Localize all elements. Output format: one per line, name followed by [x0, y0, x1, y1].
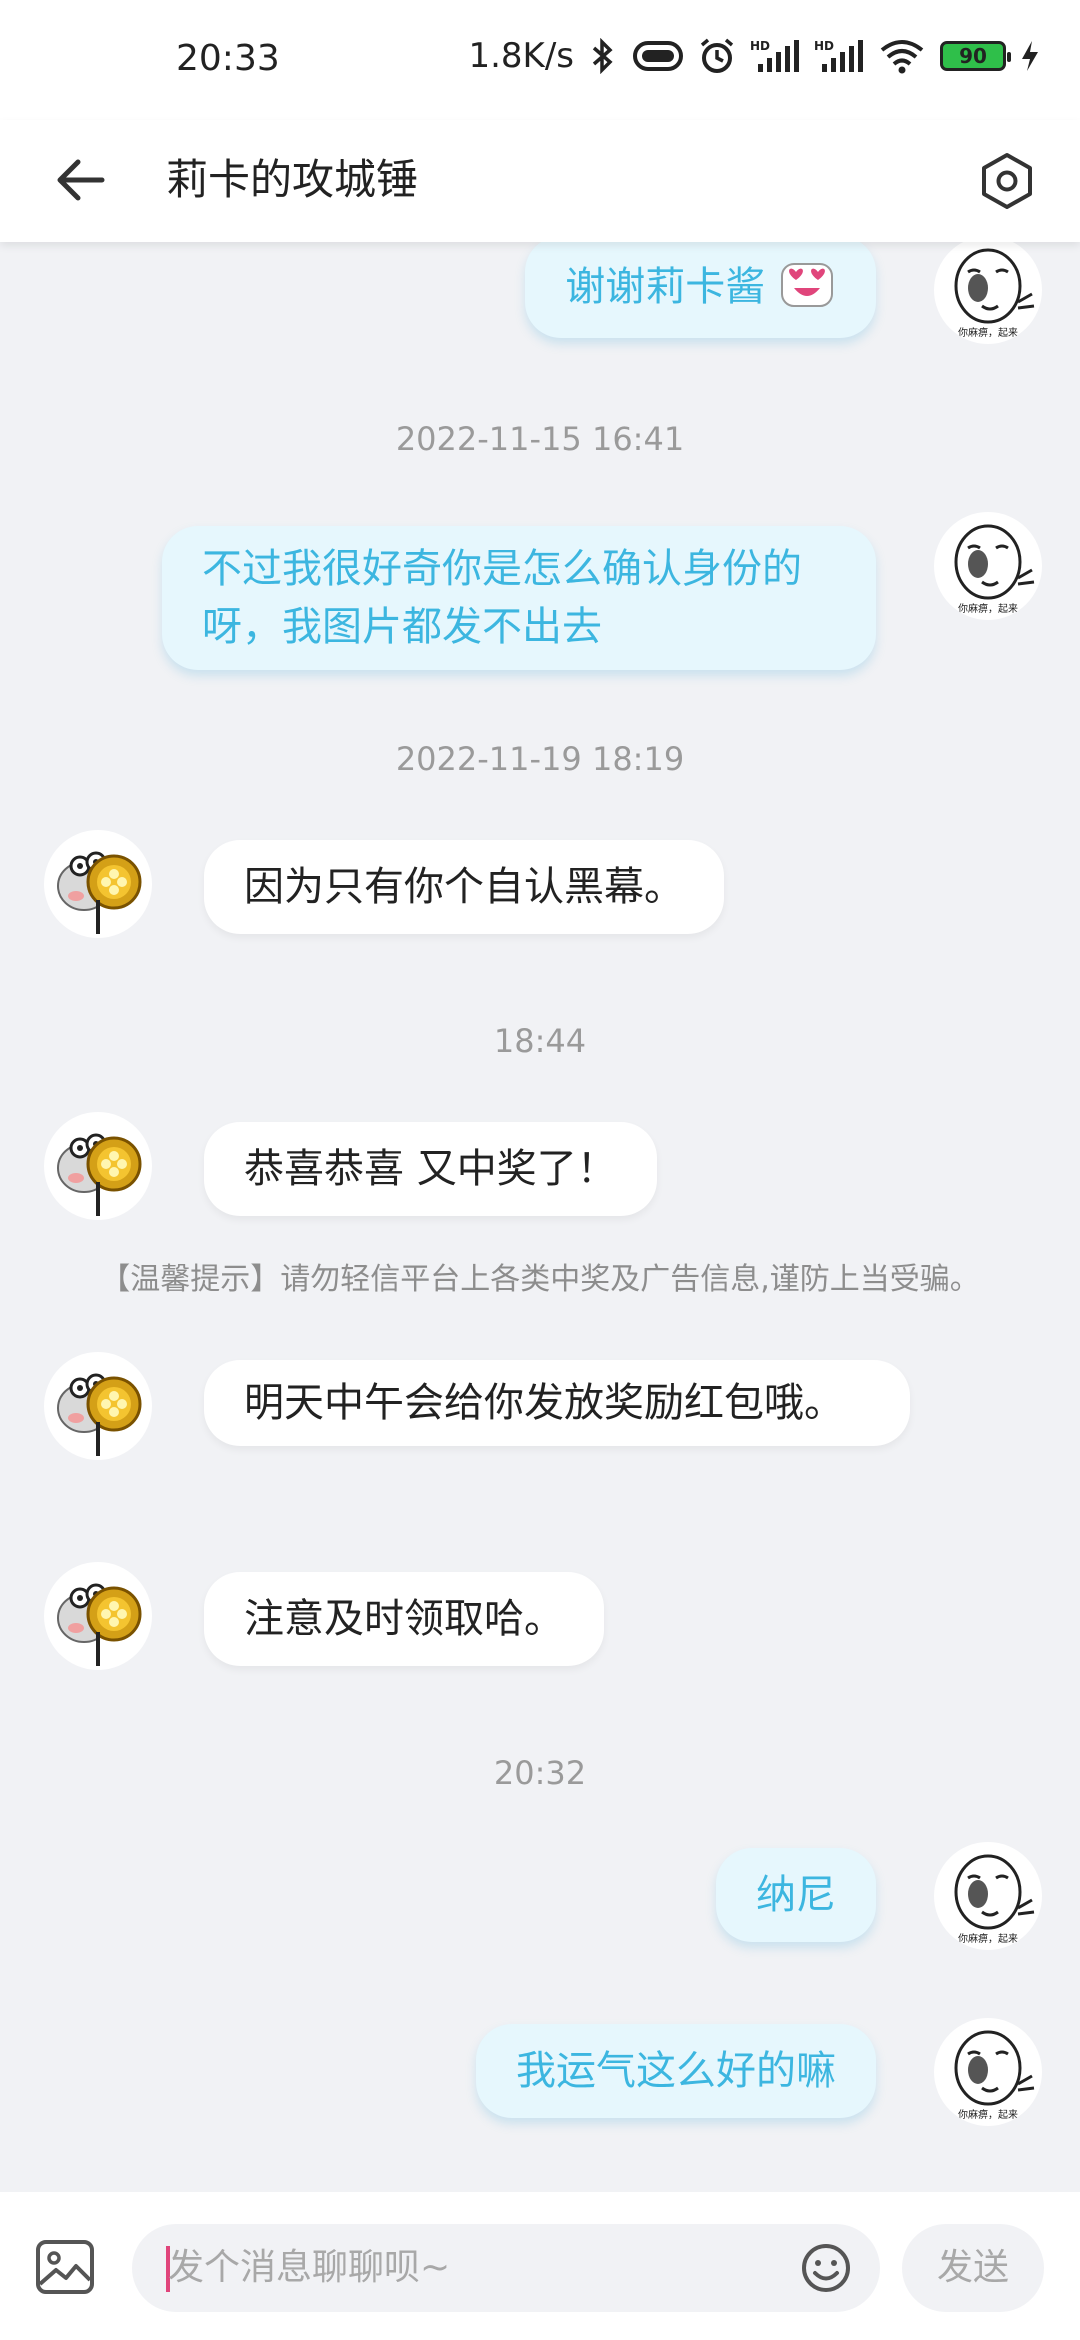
emoji-icon — [802, 2244, 850, 2292]
input-bar: 发个消息聊聊呗~ 发送 — [0, 2192, 1080, 2340]
chat-title: 莉卡的攻城锤 — [166, 155, 419, 204]
message-text: 不过我很好奇你是怎么确认身份的呀，我图片都发不出去 — [202, 546, 802, 650]
emoji-button[interactable] — [800, 2242, 852, 2294]
chat-header: 莉卡的攻城锤 — [0, 120, 1080, 242]
avatar[interactable] — [934, 1842, 1042, 1950]
message-text: 纳尼 — [756, 1872, 836, 1918]
avatar[interactable] — [44, 1562, 152, 1670]
hexagon-settings-icon — [982, 153, 1032, 209]
avatar[interactable] — [934, 242, 1042, 344]
back-button[interactable] — [48, 148, 112, 212]
message-timestamp: 20:32 — [493, 1754, 587, 1792]
send-button[interactable]: 发送 — [902, 2224, 1044, 2312]
wifi-icon — [880, 40, 924, 74]
message-timestamp: 2022-11-15 16:41 — [395, 420, 685, 458]
alarm-icon — [700, 38, 734, 73]
status-icons: 1.8K/s HD HD 90 — [468, 36, 1040, 76]
message-timestamp: 18:44 — [493, 1022, 587, 1060]
message-input[interactable]: 发个消息聊聊呗~ — [132, 2224, 880, 2312]
avatar[interactable] — [44, 1112, 152, 1220]
message-bubble[interactable]: 不过我很好奇你是怎么确认身份的呀，我图片都发不出去 — [162, 526, 876, 670]
chat-message-list[interactable]: 谢谢莉卡酱 2022-11-15 16:41 不过我很好奇你是怎么确认身份的呀，… — [0, 242, 1080, 2192]
message-text: 谢谢莉卡酱 — [565, 264, 766, 310]
message-bubble[interactable]: 因为只有你个自认黑幕。 — [204, 840, 724, 934]
message-bubble[interactable]: 我运气这么好的嘛 — [476, 2024, 876, 2118]
arrow-left-icon — [57, 159, 105, 201]
svg-text:HD: HD — [814, 39, 834, 53]
charging-icon — [1022, 41, 1038, 71]
message-text: 恭喜恭喜 又中奖了！ — [244, 1146, 617, 1192]
status-bar: 20:33 1.8K/s HD HD 90 — [0, 0, 1080, 120]
hd-signal-icon: HD — [750, 39, 799, 72]
message-bubble[interactable]: 纳尼 — [716, 1848, 876, 1942]
image-icon — [36, 2240, 94, 2294]
warning-notice: 【温馨提示】请勿轻信平台上各类中奖及广告信息,谨防上当受骗。 — [100, 1262, 980, 1297]
avatar[interactable] — [934, 512, 1042, 620]
message-bubble[interactable]: 注意及时领取哈。 — [204, 1572, 604, 1666]
message-input-placeholder: 发个消息聊聊呗~ — [168, 2247, 451, 2288]
settings-button[interactable] — [970, 144, 1044, 218]
vibrate-icon — [633, 41, 683, 71]
battery-level: 90 — [959, 44, 987, 68]
avatar[interactable] — [44, 830, 152, 938]
message-text: 因为只有你个自认黑幕。 — [244, 864, 684, 910]
message-bubble[interactable]: 恭喜恭喜 又中奖了！ — [204, 1122, 657, 1216]
heart-eyes-emoji — [781, 263, 833, 307]
message-text: 我运气这么好的嘛 — [516, 2048, 836, 2094]
battery-icon: 90 — [940, 41, 1011, 71]
message-timestamp: 2022-11-19 18:19 — [395, 740, 685, 778]
status-time: 20:33 — [176, 38, 280, 79]
message-bubble[interactable]: 明天中午会给你发放奖励红包哦。 — [204, 1360, 910, 1446]
message-text: 注意及时领取哈。 — [244, 1596, 564, 1642]
image-button[interactable] — [34, 2236, 96, 2298]
svg-text:HD: HD — [750, 39, 770, 53]
net-speed: 1.8K/s — [468, 36, 574, 76]
hd-signal-icon: HD — [814, 39, 863, 72]
bluetooth-icon — [592, 38, 613, 74]
message-bubble[interactable]: 谢谢莉卡酱 — [525, 242, 876, 338]
avatar[interactable] — [44, 1352, 152, 1460]
avatar[interactable] — [934, 2018, 1042, 2126]
message-text: 明天中午会给你发放奖励红包哦。 — [244, 1380, 844, 1426]
